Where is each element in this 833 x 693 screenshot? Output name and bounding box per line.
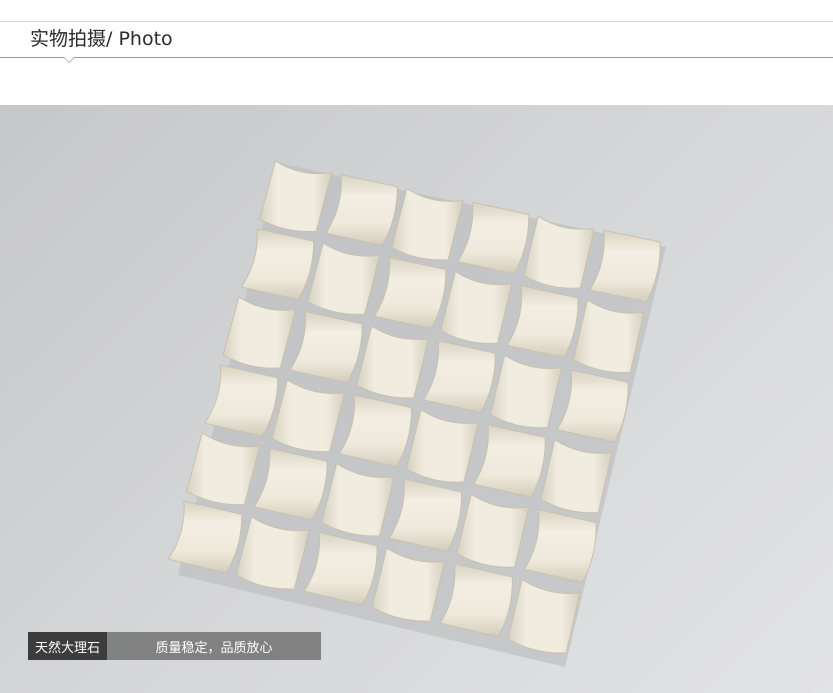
section-header: 实物拍摄/ Photo [0, 0, 833, 105]
product-photo [0, 105, 833, 693]
section-title: 实物拍摄/ Photo [30, 28, 173, 50]
mosaic-tile [240, 228, 315, 301]
header-top-rule [0, 21, 833, 22]
mosaic-tile-image [167, 160, 666, 667]
mosaic-tile [167, 500, 243, 574]
header-bottom-rule [0, 57, 833, 58]
caption-text: 质量稳定，品质放心 [107, 632, 322, 660]
mosaic-tile [204, 364, 279, 437]
caption-bar: 天然大理石 质量稳定，品质放心 [28, 632, 322, 660]
header-notch-inner [64, 57, 74, 62]
caption-label: 天然大理石 [28, 632, 108, 660]
